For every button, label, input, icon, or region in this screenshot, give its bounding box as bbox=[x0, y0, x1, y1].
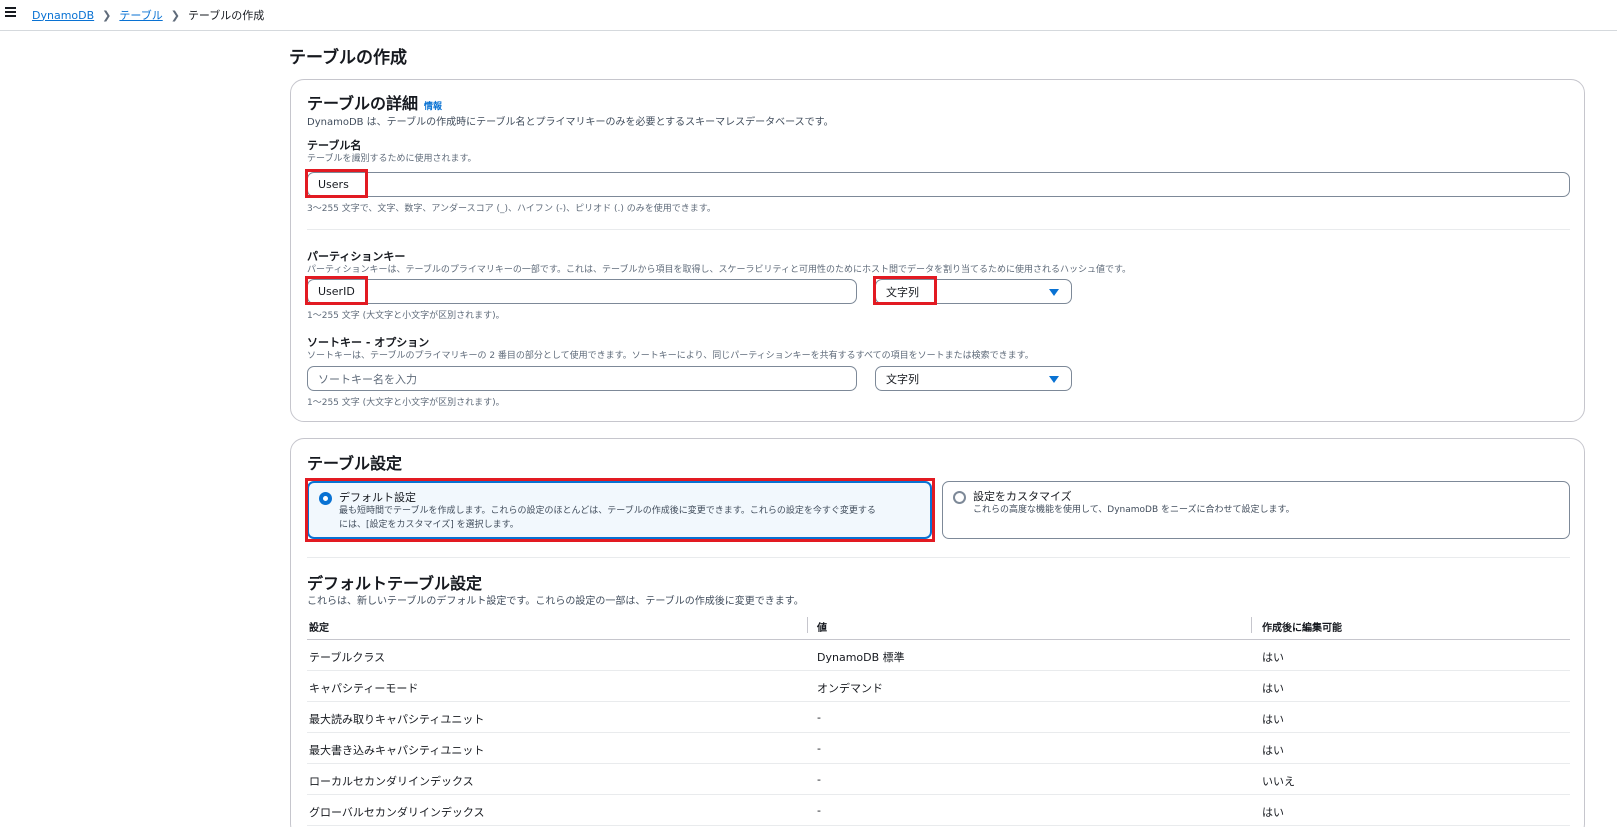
table-row: ローカルセカンダリインデックス - いいえ bbox=[307, 764, 1570, 795]
breadcrumb: DynamoDB ❯ テーブル ❯ テーブルの作成 bbox=[32, 7, 264, 23]
sort-key-input[interactable]: ソートキー名を入力 bbox=[307, 366, 857, 391]
caret-down-icon bbox=[1049, 376, 1059, 383]
setting-name: 最大書き込みキャパシティユニット bbox=[309, 744, 485, 757]
radio-selected-icon[interactable] bbox=[319, 492, 332, 505]
setting-name: テーブルクラス bbox=[309, 651, 386, 664]
sort-key-type-select[interactable]: 文字列 bbox=[875, 366, 1072, 391]
setting-editable: はい bbox=[1262, 651, 1284, 664]
default-settings-desc-line2: には、[設定をカスタマイズ] を選択します。 bbox=[339, 520, 519, 530]
setting-editable: はい bbox=[1262, 744, 1284, 757]
partition-key-type-select[interactable]: 文字列 bbox=[875, 279, 1072, 304]
default-table-settings-description: これらは、新しいテーブルのデフォルト設定です。これらの設定の一部は、テーブルの作… bbox=[307, 596, 804, 607]
section-divider bbox=[307, 557, 1570, 558]
chevron-right-icon: ❯ bbox=[170, 8, 180, 22]
default-settings-table: 設定 値 作成後に編集可能 テーブルクラス DynamoDB 標準 はい キャパ… bbox=[307, 609, 1570, 826]
table-row: グローバルセカンダリインデックス - はい bbox=[307, 795, 1570, 826]
column-header-value: 値 bbox=[817, 623, 827, 634]
setting-value: - bbox=[817, 773, 821, 786]
caret-down-icon bbox=[1049, 289, 1059, 296]
setting-editable: いいえ bbox=[1262, 775, 1295, 788]
partition-key-input[interactable]: UserID bbox=[307, 279, 857, 304]
table-name-input[interactable]: Users bbox=[307, 172, 1570, 197]
default-settings-description: 最も短時間でテーブルを作成します。これらの設定のほとんどは、テーブルの作成後に変… bbox=[339, 504, 876, 532]
table-details-panel: テーブルの詳細 情報 DynamoDB は、テーブルの作成時にテーブル名とプライ… bbox=[290, 79, 1585, 422]
partition-key-type-value: 文字列 bbox=[886, 285, 919, 299]
setting-name: ローカルセカンダリインデックス bbox=[309, 775, 474, 788]
setting-editable: はい bbox=[1262, 682, 1284, 695]
partition-key-constraint: 1～255 文字 (大文字と小文字が区別されます)。 bbox=[307, 311, 505, 321]
table-row: 最大書き込みキャパシティユニット - はい bbox=[307, 733, 1570, 764]
info-link[interactable]: 情報 bbox=[424, 99, 442, 112]
setting-editable: はい bbox=[1262, 806, 1284, 819]
table-row: キャパシティーモード オンデマンド はい bbox=[307, 671, 1570, 702]
table-row: テーブルクラス DynamoDB 標準 はい bbox=[307, 640, 1570, 671]
radio-unselected-icon[interactable] bbox=[953, 491, 966, 504]
setting-name: キャパシティーモード bbox=[309, 682, 419, 695]
partition-key-description: パーティションキーは、テーブルのプライマリキーの一部です。これは、テーブルから項… bbox=[307, 265, 1132, 275]
default-settings-title: デフォルト設定 bbox=[339, 491, 416, 504]
default-settings-option[interactable]: デフォルト設定 最も短時間でテーブルを作成します。これらの設定のほとんどは、テー… bbox=[307, 481, 932, 539]
customize-settings-description: これらの高度な機能を使用して、DynamoDB をニーズに合わせて設定します。 bbox=[973, 505, 1295, 515]
table-details-heading: テーブルの詳細 bbox=[307, 94, 419, 113]
table-settings-panel: テーブル設定 デフォルト設定 最も短時間でテーブルを作成します。これらの設定のほ… bbox=[290, 438, 1585, 827]
setting-value: - bbox=[817, 711, 821, 724]
table-name-description: テーブルを識別するために使用されます。 bbox=[307, 154, 477, 164]
default-table-settings-heading: デフォルトテーブル設定 bbox=[307, 574, 483, 593]
column-separator bbox=[1251, 617, 1252, 633]
setting-editable: はい bbox=[1262, 713, 1284, 726]
top-navigation-bar: DynamoDB ❯ テーブル ❯ テーブルの作成 bbox=[0, 0, 1617, 31]
sort-key-type-value: 文字列 bbox=[886, 372, 919, 386]
setting-name: グローバルセカンダリインデックス bbox=[309, 806, 485, 819]
page-title: テーブルの作成 bbox=[289, 48, 407, 68]
table-settings-heading: テーブル設定 bbox=[307, 454, 403, 473]
setting-value: オンデマンド bbox=[817, 682, 883, 695]
breadcrumb-current: テーブルの作成 bbox=[187, 9, 265, 22]
table-header-row: 設定 値 作成後に編集可能 bbox=[307, 609, 1570, 640]
default-settings-desc-line1: 最も短時間でテーブルを作成します。これらの設定のほとんどは、テーブルの作成後に変… bbox=[339, 506, 876, 516]
sort-key-description: ソートキーは、テーブルのプライマリキーの 2 番目の部分として使用できます。ソー… bbox=[307, 351, 1034, 361]
setting-value: - bbox=[817, 804, 821, 817]
section-divider bbox=[307, 229, 1570, 230]
customize-settings-title: 設定をカスタマイズ bbox=[973, 490, 1072, 503]
setting-value: DynamoDB 標準 bbox=[817, 651, 905, 664]
table-row: 最大読み取りキャパシティユニット - はい bbox=[307, 702, 1570, 733]
column-header-editable: 作成後に編集可能 bbox=[1262, 623, 1342, 634]
setting-name: 最大読み取りキャパシティユニット bbox=[309, 713, 485, 726]
sort-key-constraint: 1～255 文字 (大文字と小文字が区別されます)。 bbox=[307, 398, 505, 408]
table-name-constraint: 3～255 文字で、文字、数字、アンダースコア (_)、ハイフン (-)、ピリオ… bbox=[307, 204, 716, 214]
column-separator bbox=[807, 617, 808, 633]
setting-value: - bbox=[817, 742, 821, 755]
chevron-right-icon: ❯ bbox=[102, 8, 112, 22]
menu-icon[interactable] bbox=[5, 7, 16, 17]
column-header-setting: 設定 bbox=[309, 623, 329, 634]
customize-settings-option[interactable]: 設定をカスタマイズ これらの高度な機能を使用して、DynamoDB をニーズに合… bbox=[942, 481, 1570, 539]
table-details-description: DynamoDB は、テーブルの作成時にテーブル名とプライマリキーのみを必要とす… bbox=[307, 117, 834, 128]
breadcrumb-dynamodb-link[interactable]: DynamoDB bbox=[32, 9, 94, 22]
breadcrumb-tables-link[interactable]: テーブル bbox=[119, 7, 162, 23]
